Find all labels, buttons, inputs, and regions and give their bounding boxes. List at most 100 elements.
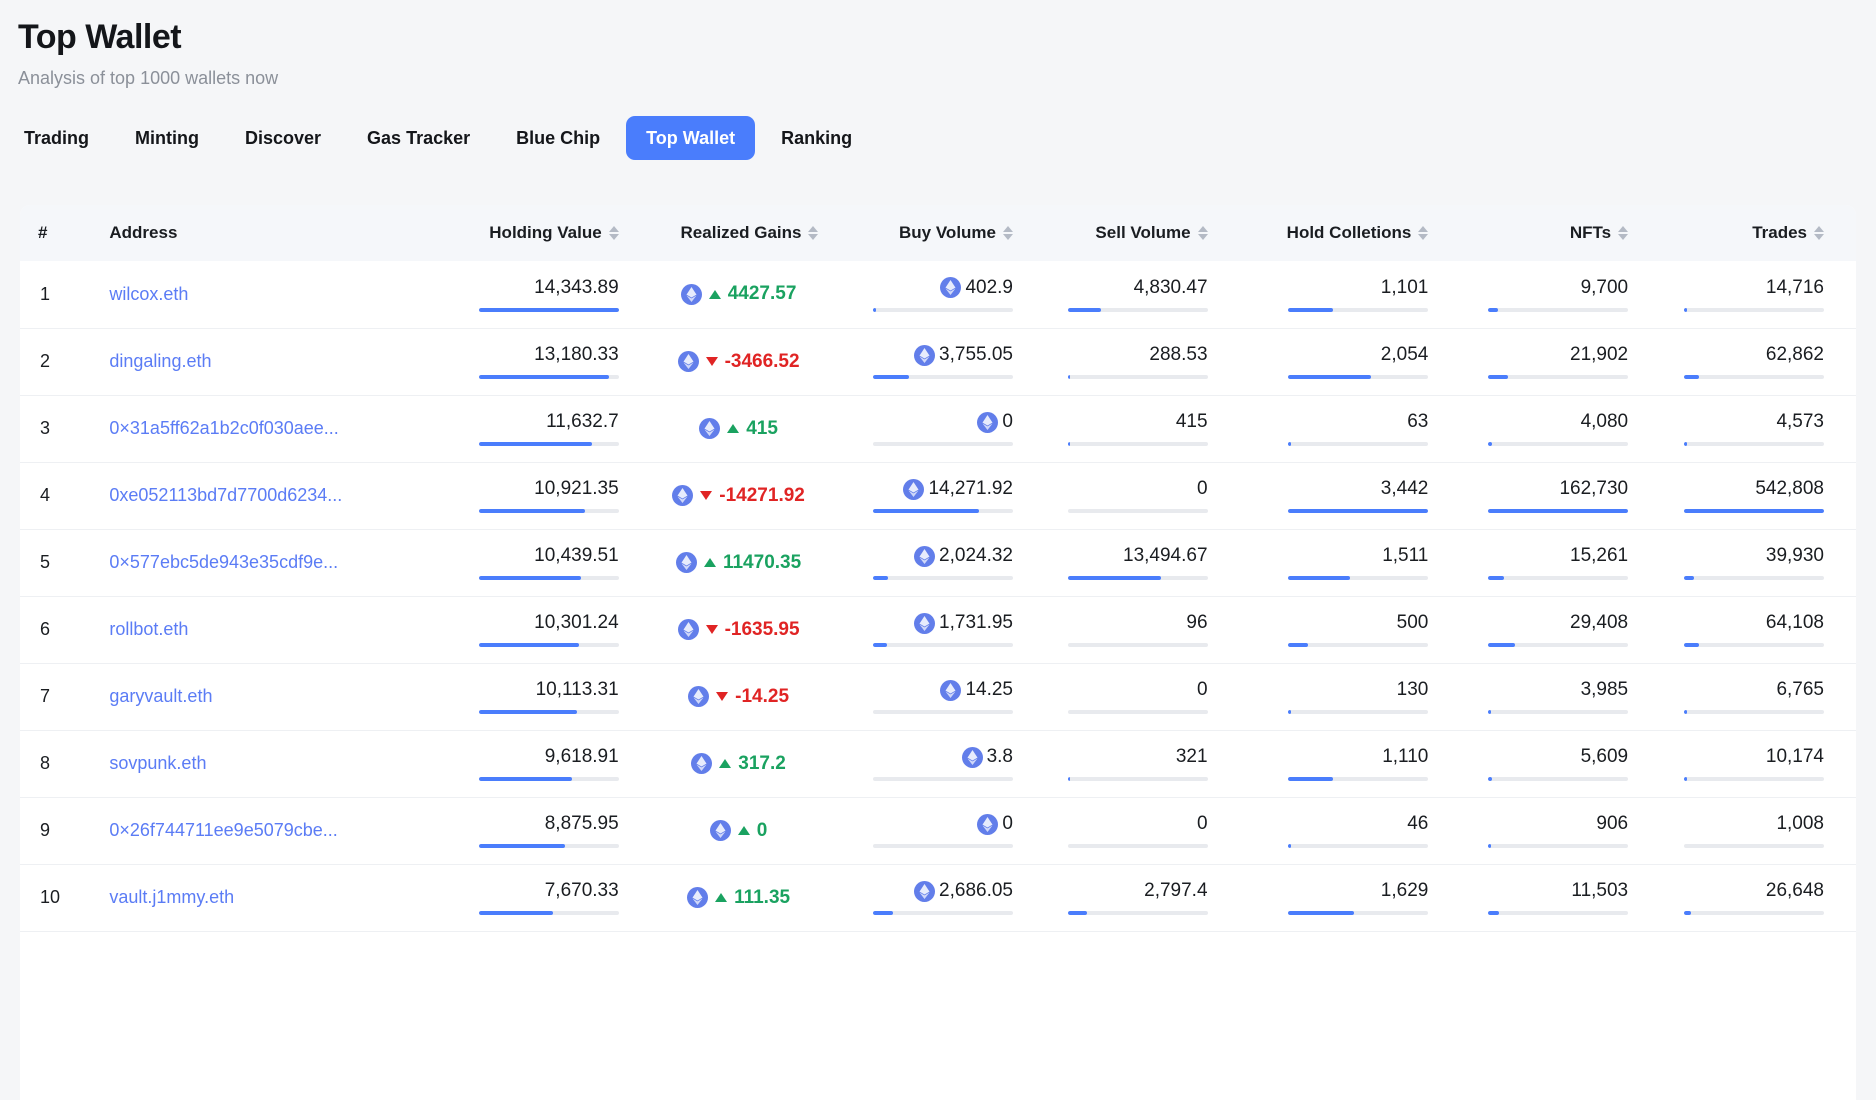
column-header-sell[interactable]: Sell Volume bbox=[1041, 205, 1236, 261]
sort-icon[interactable] bbox=[1618, 226, 1628, 240]
row-address-cell[interactable]: 0×31a5ff62a1b2c0f030aee... bbox=[89, 395, 436, 462]
row-address-cell[interactable]: dingaling.eth bbox=[89, 328, 436, 395]
sort-icon[interactable] bbox=[808, 226, 818, 240]
trades-bar-fill bbox=[1684, 643, 1699, 647]
trades-value: 4,573 bbox=[1776, 411, 1824, 433]
coll-value-row: 3,442 bbox=[1236, 478, 1429, 500]
table-row[interactable]: 50×577ebc5de943e35cdf9e...10,439.5111470… bbox=[20, 529, 1856, 596]
row-address-cell[interactable]: garyvault.eth bbox=[89, 663, 436, 730]
tab-gas-tracker[interactable]: Gas Tracker bbox=[347, 116, 490, 160]
row-realized-gains-cell: -1635.95 bbox=[647, 596, 847, 663]
table-row[interactable]: 6rollbot.eth10,301.24-1635.951,731.95965… bbox=[20, 596, 1856, 663]
column-header-nfts[interactable]: NFTs bbox=[1456, 205, 1656, 261]
hold-bar-fill bbox=[479, 911, 553, 915]
trades-value-row: 26,648 bbox=[1656, 880, 1824, 902]
row-address-cell[interactable]: sovpunk.eth bbox=[89, 730, 436, 797]
hold-value-row: 10,439.51 bbox=[436, 545, 618, 567]
row-address-cell[interactable]: 0×577ebc5de943e35cdf9e... bbox=[89, 529, 436, 596]
wallet-address-link[interactable]: dingaling.eth bbox=[89, 351, 389, 372]
column-header-buy[interactable]: Buy Volume bbox=[846, 205, 1041, 261]
nfts-bar-fill bbox=[1488, 308, 1498, 312]
row-nfts-cell: 3,985 bbox=[1456, 663, 1656, 730]
sort-icon[interactable] bbox=[1198, 226, 1208, 240]
trades-value: 6,765 bbox=[1776, 679, 1824, 701]
trades-bar-fill bbox=[1684, 308, 1687, 312]
realized-gains-wrap: -1635.95 bbox=[647, 619, 847, 641]
hold-value-row: 11,632.7 bbox=[436, 411, 618, 433]
table-row[interactable]: 10vault.j1mmy.eth7,670.33111.352,686.052… bbox=[20, 864, 1856, 931]
ethereum-icon bbox=[688, 686, 709, 707]
buy-bar-fill bbox=[873, 643, 887, 647]
coll-bar-track bbox=[1288, 308, 1428, 312]
column-header-gain[interactable]: Realized Gains bbox=[647, 205, 847, 261]
row-buy-cell: 0 bbox=[846, 797, 1041, 864]
sell-value: 96 bbox=[1186, 612, 1207, 634]
tab-top-wallet[interactable]: Top Wallet bbox=[626, 116, 755, 160]
row-address-cell[interactable]: vault.j1mmy.eth bbox=[89, 864, 436, 931]
wallet-address-link[interactable]: rollbot.eth bbox=[89, 619, 389, 640]
wallet-address-link[interactable]: 0×26f744711ee9e5079cbe... bbox=[89, 820, 389, 841]
sell-value: 0 bbox=[1197, 813, 1208, 835]
row-buy-cell: 1,731.95 bbox=[846, 596, 1041, 663]
column-header-inner: Address bbox=[109, 223, 177, 243]
hold-bar-fill bbox=[479, 308, 619, 312]
table-row[interactable]: 7garyvault.eth10,113.31-14.2514.2501303,… bbox=[20, 663, 1856, 730]
wallet-address-link[interactable]: sovpunk.eth bbox=[89, 753, 389, 774]
wallet-address-link[interactable]: wilcox.eth bbox=[89, 284, 389, 305]
sort-icon[interactable] bbox=[1003, 226, 1013, 240]
coll-bar-track bbox=[1288, 509, 1428, 513]
table-row[interactable]: 1wilcox.eth14,343.894427.57402.94,830.47… bbox=[20, 261, 1856, 328]
hold-value: 10,921.35 bbox=[534, 478, 619, 500]
triangle-down-icon bbox=[706, 357, 718, 366]
row-coll-cell: 1,110 bbox=[1236, 730, 1457, 797]
sort-icon[interactable] bbox=[609, 226, 619, 240]
column-header-trades[interactable]: Trades bbox=[1656, 205, 1856, 261]
triangle-up-icon bbox=[715, 893, 727, 902]
trades-value: 10,174 bbox=[1766, 746, 1824, 768]
sell-value-row: 321 bbox=[1041, 746, 1208, 768]
coll-value-row: 130 bbox=[1236, 679, 1429, 701]
hold-bar-track bbox=[479, 777, 619, 781]
tab-discover[interactable]: Discover bbox=[225, 116, 341, 160]
wallet-address-link[interactable]: 0×31a5ff62a1b2c0f030aee... bbox=[89, 418, 389, 439]
row-address-cell[interactable]: rollbot.eth bbox=[89, 596, 436, 663]
realized-gains-value: -3466.52 bbox=[725, 351, 800, 373]
row-address-cell[interactable]: wilcox.eth bbox=[89, 261, 436, 328]
column-header-coll[interactable]: Hold Colletions bbox=[1236, 205, 1457, 261]
table-row[interactable]: 90×26f744711ee9e5079cbe...8,875.95000469… bbox=[20, 797, 1856, 864]
row-rank: 2 bbox=[20, 328, 89, 395]
sell-bar-fill bbox=[1068, 442, 1071, 446]
tab-blue-chip[interactable]: Blue Chip bbox=[496, 116, 620, 160]
page-header: Top Wallet Analysis of top 1000 wallets … bbox=[0, 0, 1876, 90]
nfts-value-row: 9,700 bbox=[1456, 277, 1628, 299]
wallet-address-link[interactable]: vault.j1mmy.eth bbox=[89, 887, 389, 908]
wallet-address-link[interactable]: garyvault.eth bbox=[89, 686, 389, 707]
trades-bar-fill bbox=[1684, 710, 1687, 714]
row-hold-cell: 9,618.91 bbox=[436, 730, 646, 797]
tab-ranking[interactable]: Ranking bbox=[761, 116, 872, 160]
coll-bar-track bbox=[1288, 375, 1428, 379]
trades-bar-track bbox=[1684, 509, 1824, 513]
tab-trading[interactable]: Trading bbox=[4, 116, 109, 160]
wallet-address-link[interactable]: 0×577ebc5de943e35cdf9e... bbox=[89, 552, 389, 573]
sell-bar-track bbox=[1068, 442, 1208, 446]
hold-bar-fill bbox=[479, 576, 581, 580]
column-header-hold[interactable]: Holding Value bbox=[436, 205, 646, 261]
row-address-cell[interactable]: 0×26f744711ee9e5079cbe... bbox=[89, 797, 436, 864]
table-row[interactable]: 40xe052113bd7d7700d6234...10,921.35-1427… bbox=[20, 462, 1856, 529]
row-coll-cell: 63 bbox=[1236, 395, 1457, 462]
sell-bar-track bbox=[1068, 576, 1208, 580]
sell-value-row: 13,494.67 bbox=[1041, 545, 1208, 567]
sort-icon[interactable] bbox=[1814, 226, 1824, 240]
tab-minting[interactable]: Minting bbox=[115, 116, 219, 160]
sort-icon[interactable] bbox=[1418, 226, 1428, 240]
table-row[interactable]: 30×31a5ff62a1b2c0f030aee...11,632.741504… bbox=[20, 395, 1856, 462]
table-row[interactable]: 8sovpunk.eth9,618.91317.23.83211,1105,60… bbox=[20, 730, 1856, 797]
hold-bar-fill bbox=[479, 777, 573, 781]
ethereum-icon bbox=[914, 546, 935, 567]
wallet-address-link[interactable]: 0xe052113bd7d7700d6234... bbox=[89, 485, 389, 506]
table-row[interactable]: 2dingaling.eth13,180.33-3466.523,755.052… bbox=[20, 328, 1856, 395]
realized-gains: 0 bbox=[647, 820, 831, 842]
buy-bar-fill bbox=[873, 576, 888, 580]
row-address-cell[interactable]: 0xe052113bd7d7700d6234... bbox=[89, 462, 436, 529]
